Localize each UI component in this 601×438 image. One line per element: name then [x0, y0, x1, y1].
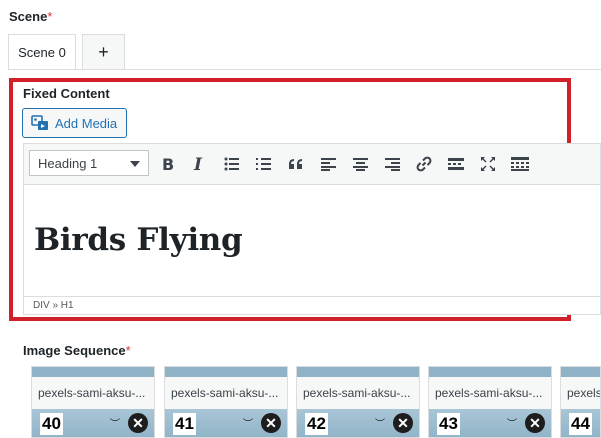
align-left-icon[interactable] — [316, 152, 340, 176]
align-center-icon[interactable] — [348, 152, 372, 176]
required-mark: * — [47, 9, 53, 24]
chevron-down-icon — [130, 161, 140, 167]
thumbnail-image — [561, 367, 600, 377]
frame-number: 40 — [40, 413, 63, 435]
bird-icon: ︶ — [507, 419, 517, 430]
frame-number: 43 — [437, 413, 460, 435]
image-sequence-label: Image Sequence* — [23, 343, 131, 358]
bird-icon: ︶ — [243, 419, 253, 430]
bold-icon[interactable]: B — [156, 152, 180, 176]
fixed-content-label: Fixed Content — [23, 86, 110, 101]
svg-text:I: I — [193, 156, 203, 172]
remove-image-button[interactable]: ✕ — [525, 413, 545, 433]
frame-number: 44 — [569, 413, 592, 435]
read-more-icon[interactable] — [444, 152, 468, 176]
format-select-value: Heading 1 — [38, 155, 98, 171]
numbered-list-icon[interactable] — [252, 152, 276, 176]
fullscreen-icon[interactable] — [476, 152, 500, 176]
frame-number: 41 — [173, 413, 196, 435]
image-thumbnail[interactable]: pexels-sami-aksu-... 43 ︶ ✕ — [428, 366, 552, 438]
bird-icon: ︶ — [110, 419, 120, 430]
image-thumbnail[interactable]: pexels-sami-aksu-... 40 ︶ ✕ — [31, 366, 155, 438]
remove-image-button[interactable]: ✕ — [128, 413, 148, 433]
thumbnail-image — [165, 367, 287, 377]
image-thumbnail[interactable]: pexels-sami-aksu-... 42 ︶ ✕ — [296, 366, 420, 438]
element-path-statusbar: DIV » H1 — [24, 296, 600, 314]
editor-toolbar: Heading 1 B I — [24, 144, 600, 185]
thumbnail-image — [32, 367, 154, 377]
heading-text[interactable]: Birds Flying — [34, 222, 243, 258]
toolbar-toggle-icon[interactable] — [508, 152, 532, 176]
link-icon[interactable] — [412, 152, 436, 176]
frame-number: 42 — [305, 413, 328, 435]
thumbnail-filename: pexels-sami-aksu-... — [32, 377, 154, 409]
align-right-icon[interactable] — [380, 152, 404, 176]
blockquote-icon[interactable] — [284, 152, 308, 176]
editor-content-area[interactable]: Birds Flying — [24, 185, 600, 299]
add-media-icon — [31, 114, 49, 132]
thumbnail-image — [429, 367, 551, 377]
thumbnail-filename: pexels-sami-aksu-... — [297, 377, 419, 409]
thumbnail-filename: pexels-sami-aksu-... — [429, 377, 551, 409]
bullet-list-icon[interactable] — [220, 152, 244, 176]
add-media-label: Add Media — [55, 115, 118, 131]
thumbnail-filename: pexels-sami-aksu-... — [165, 377, 287, 409]
image-thumbnail[interactable]: pexels-sami-aksu-... 44 — [560, 366, 601, 438]
tab-panel-divider — [8, 69, 601, 70]
svg-text:B: B — [162, 156, 174, 172]
required-mark: * — [125, 343, 131, 358]
add-scene-tab-button[interactable]: + — [82, 34, 125, 70]
format-select[interactable]: Heading 1 — [29, 150, 149, 176]
rich-text-editor: Heading 1 B I Birds Flying DIV » H1 — [23, 143, 601, 315]
remove-image-button[interactable]: ✕ — [261, 413, 281, 433]
tab-scene-0[interactable]: Scene 0 — [8, 34, 76, 70]
bird-icon: ︶ — [375, 419, 385, 430]
image-thumbnail[interactable]: pexels-sami-aksu-... 41 ︶ ✕ — [164, 366, 288, 438]
scene-label: Scene* — [9, 9, 53, 24]
thumbnail-image — [297, 367, 419, 377]
remove-image-button[interactable]: ✕ — [393, 413, 413, 433]
add-media-button[interactable]: Add Media — [22, 108, 127, 138]
thumbnail-filename: pexels-sami-aksu-... — [561, 377, 600, 409]
italic-icon[interactable]: I — [187, 152, 211, 176]
